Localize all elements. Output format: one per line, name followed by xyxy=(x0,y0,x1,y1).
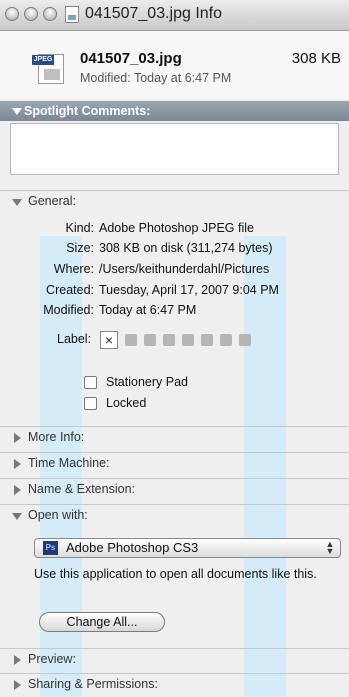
section-general-label: General: xyxy=(28,194,76,208)
section-more-info[interactable]: More Info: xyxy=(0,426,349,449)
spotlight-comments-field[interactable] xyxy=(10,123,339,175)
popup-arrows-icon: ▲ ▼ xyxy=(325,539,335,556)
file-size: 308 KB xyxy=(291,50,341,67)
spotlight-comments-header[interactable]: Spotlight Comments: xyxy=(0,101,349,121)
stationery-pad-checkbox[interactable] xyxy=(84,376,97,389)
disclosure-triangle-icon xyxy=(14,680,21,690)
section-name-extension[interactable]: Name & Extension: xyxy=(0,478,349,501)
modified-date: Modified: Today at 6:47 PM xyxy=(80,71,232,85)
disclosure-triangle-icon xyxy=(14,459,21,469)
section-sharing-permissions[interactable]: Sharing & Permissions: xyxy=(0,673,349,696)
label-row: Label: × xyxy=(0,328,349,352)
info-row-modified: Modified: Today at 6:47 PM xyxy=(43,303,197,317)
open-with-description: Use this application to open all documen… xyxy=(34,567,317,581)
open-with-popup[interactable]: Ps Adobe Photoshop CS3 ▲ ▼ xyxy=(34,538,341,558)
section-preview[interactable]: Preview: xyxy=(0,648,349,671)
locked-label: Locked xyxy=(106,396,147,410)
label-color-gray[interactable] xyxy=(239,334,251,346)
disclosure-triangle-icon xyxy=(14,655,21,665)
photoshop-icon: Ps xyxy=(43,541,58,555)
section-general[interactable]: General: xyxy=(0,190,349,213)
disclosure-triangle-icon xyxy=(14,433,21,443)
label-key: Label: xyxy=(57,332,92,346)
info-row-where: Where: /Users/keithunderdahl/Pictures xyxy=(53,262,270,276)
disclosure-triangle-icon xyxy=(14,485,21,495)
section-time-machine[interactable]: Time Machine: xyxy=(0,452,349,475)
info-row-size: Size: 308 KB on disk (311,274 bytes) xyxy=(66,241,273,255)
label-color-orange[interactable] xyxy=(144,334,156,346)
label-color-blue[interactable] xyxy=(201,334,213,346)
file-name: 041507_03.jpg xyxy=(80,50,182,67)
zoom-window-button[interactable] xyxy=(43,7,57,21)
change-all-button[interactable]: Change All... xyxy=(39,612,165,632)
minimize-window-button[interactable] xyxy=(24,7,38,21)
section-open-with[interactable]: Open with: xyxy=(0,504,349,527)
spotlight-comments-label: Spotlight Comments: xyxy=(24,104,151,118)
info-row-kind: Kind: Adobe Photoshop JPEG file xyxy=(65,221,254,235)
disclosure-triangle-icon xyxy=(12,199,22,206)
info-window: 041507_03.jpg Info JPEG 041507_03.jpg 30… xyxy=(0,0,349,697)
label-color-green[interactable] xyxy=(182,334,194,346)
label-color-yellow[interactable] xyxy=(163,334,175,346)
stationery-pad-label: Stationery Pad xyxy=(106,375,188,389)
document-proxy-icon[interactable] xyxy=(65,6,79,23)
window-title: 041507_03.jpg Info xyxy=(85,5,223,22)
jpeg-file-icon: JPEG xyxy=(32,52,68,84)
label-none-button[interactable]: × xyxy=(100,331,118,349)
disclosure-triangle-icon xyxy=(12,513,22,520)
close-window-button[interactable] xyxy=(5,7,19,21)
label-color-purple[interactable] xyxy=(220,334,232,346)
title-bar: 041507_03.jpg Info xyxy=(0,0,349,31)
open-with-app: Adobe Photoshop CS3 xyxy=(66,540,199,555)
label-color-red[interactable] xyxy=(125,334,137,346)
locked-checkbox[interactable] xyxy=(84,397,97,410)
info-row-created: Created: Tuesday, April 17, 2007 9:04 PM xyxy=(46,283,279,297)
disclosure-triangle-icon xyxy=(12,108,22,115)
